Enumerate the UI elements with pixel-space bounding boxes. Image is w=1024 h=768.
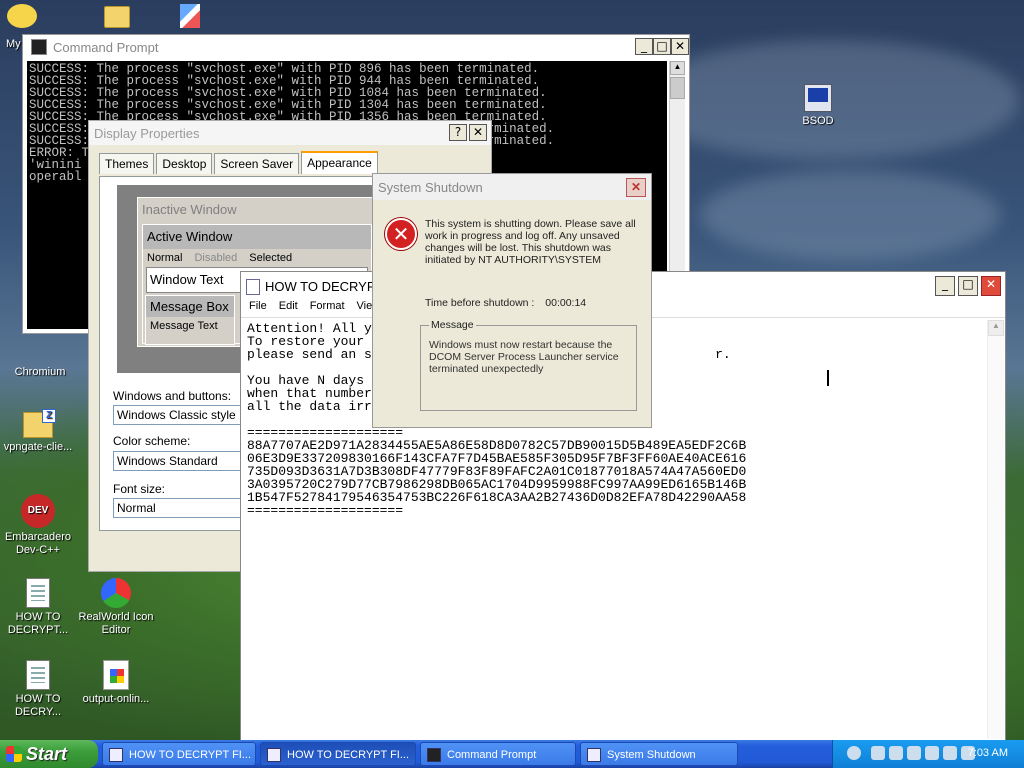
- error-icon: ✕: [385, 218, 417, 250]
- close-button[interactable]: ✕: [981, 276, 1001, 296]
- computer-icon: [804, 84, 832, 112]
- desktop-icon-devcpp[interactable]: DEV Embarcadero Dev-C++: [0, 494, 76, 557]
- font-size-label: Font size:: [113, 482, 166, 496]
- desktop-icon-decrypt-2[interactable]: HOW TO DECRY...: [0, 660, 76, 719]
- taskbar-button-system-shutdown[interactable]: System Shutdown: [580, 742, 738, 766]
- system-shutdown-dialog[interactable]: System Shutdown ✕ ✕ This system is shutt…: [372, 173, 652, 428]
- taskbar-button-decrypt-1[interactable]: HOW TO DECRYPT FI...: [102, 742, 256, 766]
- preview-message-box: Message Box Message Text: [145, 295, 235, 345]
- desktop-icon-vpngate[interactable]: Z vpngate-clie...: [0, 409, 76, 454]
- cmd-icon: [31, 39, 47, 55]
- windows-buttons-select[interactable]: Windows Classic style: [113, 405, 243, 425]
- desktop-icon-chromium[interactable]: Chromium: [2, 366, 78, 379]
- help-button[interactable]: ?: [449, 124, 467, 141]
- font-size-select[interactable]: Normal: [113, 498, 243, 518]
- window-icon: [587, 748, 601, 762]
- windows-logo-icon: [6, 746, 22, 762]
- settings-icon[interactable]: [925, 746, 939, 760]
- cmd-icon: [427, 748, 441, 762]
- volume-icon[interactable]: [889, 746, 903, 760]
- shutdown-message: This system is shutting down. Please sav…: [425, 218, 636, 266]
- text-document-icon: [26, 660, 50, 690]
- close-button[interactable]: ✕: [469, 124, 487, 141]
- menu-selected: Selected: [249, 252, 293, 264]
- minimize-button[interactable]: _: [935, 276, 955, 296]
- taskbar-button-command-prompt[interactable]: Command Prompt: [420, 742, 576, 766]
- desktop-icon-output-online[interactable]: output-onlin...: [78, 660, 154, 706]
- dialog-title: System Shutdown: [373, 174, 651, 200]
- notepad-icon: [109, 748, 123, 762]
- shutdown-countdown: Time before shutdown : 00:00:14: [425, 297, 587, 309]
- notepad-icon: [246, 279, 260, 295]
- folder-icon[interactable]: [104, 6, 130, 28]
- window-title: Display Properties: [89, 121, 491, 145]
- maximize-button[interactable]: □: [958, 276, 978, 296]
- menu-edit[interactable]: Edit: [279, 300, 298, 317]
- desktop-icon-my-computer[interactable]: My: [2, 4, 42, 50]
- close-button[interactable]: ✕: [626, 178, 646, 197]
- scroll-up-button[interactable]: ▲: [670, 61, 685, 75]
- scroll-up-button[interactable]: ▲: [988, 320, 1004, 336]
- tab-desktop[interactable]: Desktop: [156, 153, 213, 174]
- tab-strip: Themes Desktop Screen Saver Appearance: [99, 151, 380, 174]
- active-title: Active Window: [143, 225, 371, 249]
- message-group: Message Windows must now restart because…: [420, 319, 637, 411]
- maximize-button[interactable]: □: [653, 38, 671, 55]
- menu-format[interactable]: Format: [310, 300, 345, 317]
- menu-disabled: Disabled: [194, 252, 238, 264]
- desktop-icon-realworld[interactable]: RealWorld Icon Editor: [78, 578, 154, 637]
- vpngate-icon: Z: [23, 409, 56, 438]
- desktop-icon-bsod[interactable]: BSOD: [780, 84, 856, 128]
- preview-menu: Normal Disabled Selected: [143, 249, 371, 267]
- tab-appearance[interactable]: Appearance: [301, 151, 378, 174]
- network-icon[interactable]: [871, 746, 885, 760]
- text-cursor-icon: [827, 370, 829, 386]
- window-title: Command Prompt: [53, 39, 159, 55]
- tab-themes[interactable]: Themes: [99, 153, 155, 174]
- color-scheme-select[interactable]: Windows Standard: [113, 451, 243, 471]
- connection-icon[interactable]: [943, 746, 957, 760]
- clock[interactable]: 7:03 AM: [968, 747, 1008, 759]
- my-computer-icon: [7, 4, 37, 28]
- desktop-icon-decrypt-1[interactable]: HOW TO DECRYPT...: [0, 578, 76, 637]
- devcpp-icon: DEV: [21, 494, 55, 528]
- vertical-scrollbar[interactable]: ▲: [987, 320, 1004, 739]
- menu-normal: Normal: [147, 252, 183, 264]
- group-message: Windows must now restart because the DCO…: [429, 339, 619, 375]
- text-document-icon: [26, 578, 50, 608]
- taskbar-button-decrypt-2[interactable]: HOW TO DECRYPT FI...: [260, 742, 416, 766]
- system-tray: 7:03 AM: [832, 740, 1024, 768]
- color-scheme-label: Color scheme:: [113, 434, 191, 448]
- scroll-thumb[interactable]: [670, 77, 685, 99]
- paint-icon[interactable]: [180, 4, 200, 28]
- windows-buttons-label: Windows and buttons:: [113, 389, 232, 403]
- taskbar: Start HOW TO DECRYPT FI... HOW TO DECRYP…: [0, 740, 1024, 768]
- countdown-value: 00:00:14: [545, 297, 587, 309]
- minimize-button[interactable]: _: [635, 38, 653, 55]
- tab-screen-saver[interactable]: Screen Saver: [214, 153, 300, 174]
- menu-file[interactable]: File: [249, 300, 267, 317]
- document-image-icon: [103, 660, 129, 690]
- security-icon[interactable]: [907, 746, 921, 760]
- inactive-title: Inactive Window: [138, 198, 376, 220]
- wallpaper-cloud: [700, 170, 1000, 260]
- realworld-icon-editor-icon: [101, 578, 131, 608]
- close-button[interactable]: ✕: [671, 38, 689, 55]
- tray-expand-icon[interactable]: [847, 746, 861, 760]
- notepad-icon: [267, 748, 281, 762]
- start-button[interactable]: Start: [0, 740, 98, 768]
